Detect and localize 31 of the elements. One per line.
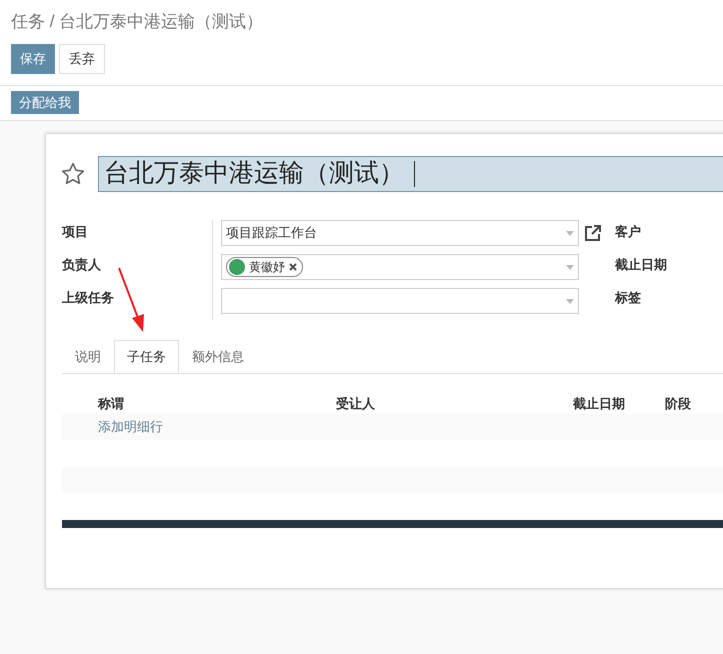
title-field[interactable]: 台北万泰中港运输（测试） [98,156,723,192]
avatar-icon [229,259,245,275]
column-header: 称谓 [98,396,124,411]
breadcrumb: 任务 / 台北万泰中港运输（测试） [11,11,264,33]
column-header: 截止日期 [573,396,625,411]
dropdown-caret-icon[interactable] [566,264,574,270]
select-field[interactable]: 项目跟踪工作台 [221,220,579,246]
dropdown-caret-icon[interactable] [566,230,574,236]
discard-button[interactable]: 丢弃 [59,44,105,74]
remove-icon[interactable] [289,263,297,271]
select-field[interactable] [221,288,579,314]
field-label: 标签 [615,289,642,306]
save-button[interactable]: 保存 [11,44,55,74]
assignee-tag[interactable]: 黄徽妤 [226,257,303,277]
dropdown-caret-icon[interactable] [566,298,574,304]
tab[interactable]: 说明 [62,340,114,373]
field-label: 上级任务 [62,289,115,306]
column-header: 阶段 [665,396,691,411]
assign-button[interactable]: 分配给我 [11,91,79,114]
field-label: 截止日期 [615,256,667,273]
field-label: 负责人 [62,256,102,273]
column-header: 受让人 [336,396,375,411]
field-value: 项目跟踪工作台 [226,224,318,242]
tab[interactable]: 子任务 [114,340,179,373]
assignee-field[interactable]: 黄徽妤 [221,254,579,280]
field-label: 客户 [615,223,642,240]
add-line-link[interactable]: 添加明细行 [98,417,163,437]
external-link-icon[interactable] [583,223,603,243]
tab[interactable]: 额外信息 [179,340,257,373]
star-icon[interactable] [60,161,86,187]
field-label: 项目 [62,223,89,240]
